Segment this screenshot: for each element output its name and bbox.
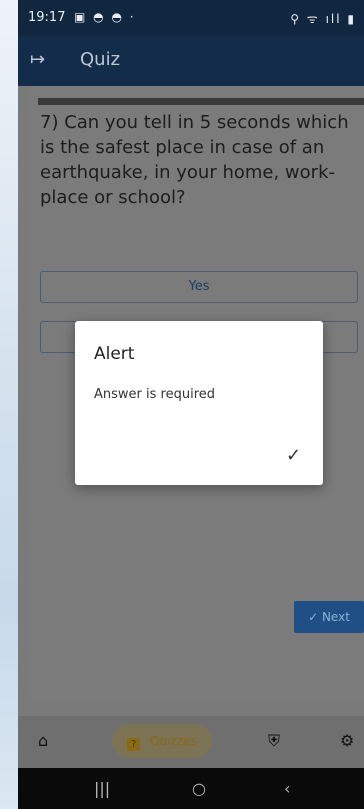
answer-yes-button[interactable]: Yes [40, 271, 358, 303]
gear-icon[interactable]: ⚙ [340, 731, 354, 750]
nav-item-quizzes[interactable]: ? Quizzes [112, 724, 212, 758]
home-icon[interactable]: ⌂ [38, 731, 48, 750]
dialog-ok-button[interactable]: ✓ [286, 445, 301, 466]
home-circle-icon[interactable]: ○ [192, 779, 206, 798]
exit-icon[interactable]: ↦ [30, 49, 45, 70]
check-icon: ✓ [308, 610, 319, 624]
recent-apps-icon[interactable]: ||| [94, 779, 110, 798]
next-label: Next [321, 610, 350, 624]
system-status-icons: ⚲ ᯤ ıll ▮ [290, 12, 356, 26]
dialog-message: Answer is required [94, 387, 215, 402]
nav-quizzes-label: Quizzes [150, 734, 197, 748]
status-time: 19:17 [28, 10, 66, 25]
shield-icon[interactable]: ⛨ [268, 731, 280, 751]
app-bar: ↦ Quiz [18, 36, 364, 86]
quiz-progress-bar [38, 98, 364, 105]
notification-icons: ▣ ◓ ◓ · [74, 10, 136, 24]
page-title: Quiz [80, 49, 121, 70]
system-nav-bar: ||| ○ ‹ [18, 768, 364, 809]
quiz-icon: ? [127, 738, 141, 751]
dialog-title: Alert [94, 344, 135, 364]
question-text: 7) Can you tell in 5 seconds which is th… [40, 112, 349, 208]
status-bar: 19:17 ▣ ◓ ◓ · ⚲ ᯤ ıll ▮ [18, 0, 364, 36]
alert-dialog: Alert Answer is required ✓ [75, 321, 323, 485]
next-button[interactable]: ✓ Next [294, 601, 364, 633]
bottom-nav: ⌂ ? Quizzes ⛨ ⚙ [18, 716, 364, 768]
back-icon[interactable]: ‹ [284, 779, 290, 798]
desktop-background [0, 0, 18, 809]
